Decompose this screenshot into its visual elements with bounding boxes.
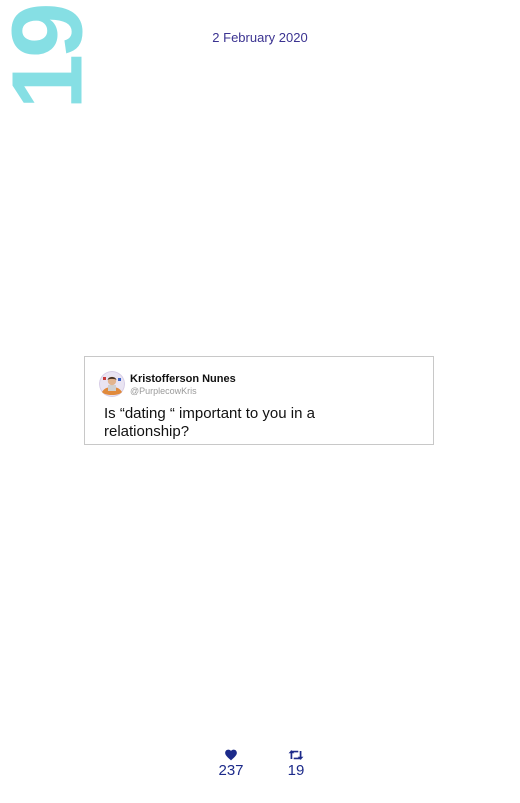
author-handle[interactable]: @PurplecowKris <box>130 386 197 396</box>
author-name[interactable]: Kristofferson Nunes <box>130 373 236 385</box>
page-number: 19 <box>0 6 104 109</box>
likes-count: 237 <box>218 762 244 779</box>
heart-icon <box>211 748 251 762</box>
retweets-stat: 19 <box>276 748 316 779</box>
post-date: 2 February 2020 <box>212 30 308 45</box>
retweets-count: 19 <box>287 762 305 779</box>
likes-stat: 237 <box>211 748 251 779</box>
page-number-text: 19 <box>0 6 105 110</box>
tweet-card: Kristofferson Nunes @PurplecowKris Is “d… <box>84 356 434 445</box>
retweet-icon <box>276 748 316 762</box>
avatar <box>99 371 125 397</box>
tweet-text: Is “dating “ important to you in a relat… <box>104 405 315 440</box>
